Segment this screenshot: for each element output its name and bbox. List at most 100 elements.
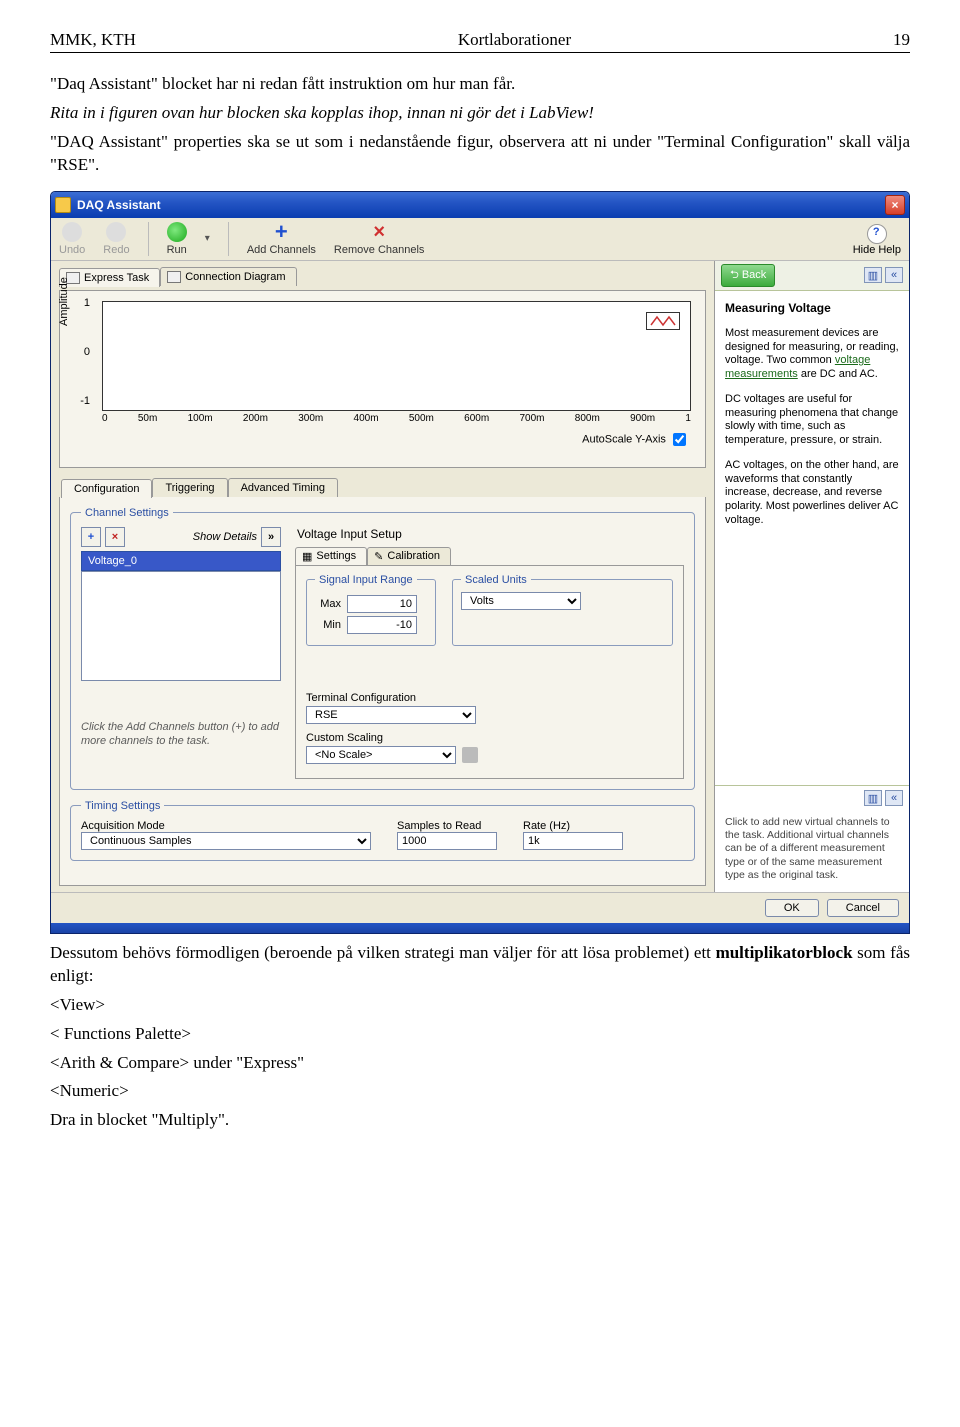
add-channel-button[interactable]: + bbox=[81, 527, 101, 547]
max-label: Max bbox=[315, 598, 341, 610]
samples-input[interactable] bbox=[397, 832, 497, 850]
header-left: MMK, KTH bbox=[50, 30, 136, 50]
xtick: 700m bbox=[519, 413, 544, 424]
bold-word: multiplikatorblock bbox=[716, 943, 853, 962]
dialog-button-row: OK Cancel bbox=[51, 892, 909, 923]
plot-area bbox=[102, 301, 691, 411]
run-dropdown-caret-icon[interactable]: ▾ bbox=[205, 233, 210, 244]
tab-triggering[interactable]: Triggering bbox=[152, 478, 227, 497]
channel-list-panel: + × Show Details » Voltage_0 Click the A… bbox=[81, 527, 281, 779]
undo-button[interactable]: Undo bbox=[59, 222, 85, 256]
plus-icon: + bbox=[271, 222, 291, 242]
window-titlebar[interactable]: DAQ Assistant × bbox=[51, 192, 909, 218]
scaled-units-legend: Scaled Units bbox=[461, 574, 531, 586]
hide-help-button[interactable]: Hide Help bbox=[853, 224, 901, 256]
tab-express-task[interactable]: Express Task bbox=[59, 268, 160, 287]
xtick: 50m bbox=[138, 413, 157, 424]
path-numeric: <Numeric> bbox=[50, 1080, 910, 1103]
header-center: Kortlaborationer bbox=[458, 30, 571, 50]
help-body: Measuring Voltage Most measurement devic… bbox=[715, 291, 909, 785]
header-right: 19 bbox=[893, 30, 910, 50]
channel-item-selected[interactable]: Voltage_0 bbox=[81, 551, 281, 571]
ok-button[interactable]: OK bbox=[765, 899, 819, 917]
undo-icon bbox=[62, 222, 82, 242]
help-note: Click to add new virtual channels to the… bbox=[715, 810, 909, 892]
remove-channel-button[interactable]: × bbox=[105, 527, 125, 547]
legend-swatch[interactable] bbox=[646, 312, 680, 330]
add-channels-button[interactable]: + Add Channels bbox=[247, 222, 316, 256]
help-back-label: Back bbox=[742, 269, 766, 281]
cancel-button[interactable]: Cancel bbox=[827, 899, 899, 917]
path-view: <View> bbox=[50, 994, 910, 1017]
scaled-units-fieldset: Scaled Units Volts bbox=[452, 574, 673, 646]
intro-p1: "Daq Assistant" blocket har ni redan fåt… bbox=[50, 73, 910, 96]
help-back-button[interactable]: ⮌ Back bbox=[721, 264, 775, 287]
wrench-icon[interactable] bbox=[462, 747, 478, 763]
show-details-label: Show Details bbox=[129, 531, 257, 543]
subtab-calibration[interactable]: ✎ Calibration bbox=[367, 547, 451, 565]
scaled-units-select[interactable]: Volts bbox=[461, 592, 581, 610]
y-axis-label: Amplitude bbox=[58, 277, 70, 326]
after-p1: Dessutom behövs förmodligen (beroende på… bbox=[50, 942, 910, 988]
samples-label: Samples to Read bbox=[397, 820, 497, 832]
redo-icon bbox=[106, 222, 126, 242]
x-ticks: 0 50m 100m 200m 300m 400m 500m 600m 700m… bbox=[102, 413, 691, 424]
help-p1b: are DC and AC. bbox=[798, 368, 878, 380]
channel-settings-legend: Channel Settings bbox=[81, 507, 173, 519]
subtab-calibration-label: Calibration bbox=[387, 550, 440, 562]
toolbar-separator bbox=[148, 222, 149, 256]
help-p2: DC voltages are useful for measuring phe… bbox=[725, 393, 899, 448]
intro-p3: "DAQ Assistant" properties ska se ut som… bbox=[50, 131, 910, 177]
app-icon bbox=[55, 197, 71, 213]
custom-scaling-select[interactable]: <No Scale> bbox=[306, 746, 456, 764]
acq-mode-select[interactable]: Continuous Samples bbox=[81, 832, 371, 850]
signal-range-fieldset: Signal Input Range Max Min bbox=[306, 574, 436, 646]
help-p1: Most measurement devices are designed fo… bbox=[725, 327, 899, 382]
help-collapse-icon[interactable]: « bbox=[885, 267, 903, 283]
help-tool-icon[interactable]: ▥ bbox=[864, 267, 882, 283]
channel-settings-fieldset: Channel Settings + × Show Details » bbox=[70, 507, 695, 790]
tab-advanced-timing[interactable]: Advanced Timing bbox=[228, 478, 338, 497]
path-functions-palette: < Functions Palette> bbox=[50, 1023, 910, 1046]
autoscale-checkbox[interactable] bbox=[673, 433, 686, 446]
x-icon: × bbox=[369, 222, 389, 242]
settings-icon: ▦ bbox=[302, 550, 312, 563]
close-button[interactable]: × bbox=[885, 195, 905, 215]
rate-input[interactable] bbox=[523, 832, 623, 850]
min-input[interactable] bbox=[347, 616, 417, 634]
channel-list-box[interactable] bbox=[81, 571, 281, 681]
after-text: Dessutom behövs förmodligen (beroende på… bbox=[50, 942, 910, 1133]
xtick: 900m bbox=[630, 413, 655, 424]
window-title: DAQ Assistant bbox=[77, 198, 885, 212]
tab-configuration[interactable]: Configuration bbox=[61, 479, 152, 498]
help-p1a: Most measurement devices are designed fo… bbox=[725, 327, 899, 367]
autoscale-label: AutoScale Y-Axis bbox=[582, 433, 666, 445]
ytick: 0 bbox=[84, 346, 90, 358]
toolbar-separator2 bbox=[228, 222, 229, 256]
max-input[interactable] bbox=[347, 595, 417, 613]
add-channels-label: Add Channels bbox=[247, 244, 316, 256]
show-details-button[interactable]: » bbox=[261, 527, 281, 547]
remove-channels-button[interactable]: × Remove Channels bbox=[334, 222, 425, 256]
terminal-config-select[interactable]: RSE bbox=[306, 706, 476, 724]
y-ticks: 1 0 -1 bbox=[74, 297, 90, 407]
help-collapse2-icon[interactable]: « bbox=[885, 790, 903, 806]
toolbar: Undo Redo Run ▾ + Add Channels bbox=[51, 218, 909, 261]
daq-assistant-window: DAQ Assistant × Undo Redo Run ▾ bbox=[50, 191, 910, 934]
redo-button[interactable]: Redo bbox=[103, 222, 129, 256]
run-icon bbox=[167, 222, 187, 242]
tab-connection-diagram[interactable]: Connection Diagram bbox=[160, 267, 296, 286]
xtick: 0 bbox=[102, 413, 108, 424]
window-bottom-border bbox=[51, 923, 909, 933]
add-channels-hint: Click the Add Channels button (+) to add… bbox=[81, 721, 281, 749]
xtick: 500m bbox=[409, 413, 434, 424]
path-arith-compare: <Arith & Compare> under "Express" bbox=[50, 1052, 910, 1075]
connection-diagram-icon bbox=[167, 271, 181, 283]
xtick: 600m bbox=[464, 413, 489, 424]
hide-help-label: Hide Help bbox=[853, 244, 901, 256]
help-tool2-icon[interactable]: ▥ bbox=[864, 790, 882, 806]
run-button[interactable]: Run bbox=[167, 222, 187, 256]
help-icon bbox=[867, 224, 887, 244]
signal-range-legend: Signal Input Range bbox=[315, 574, 417, 586]
subtab-settings[interactable]: ▦ Settings bbox=[295, 547, 367, 565]
